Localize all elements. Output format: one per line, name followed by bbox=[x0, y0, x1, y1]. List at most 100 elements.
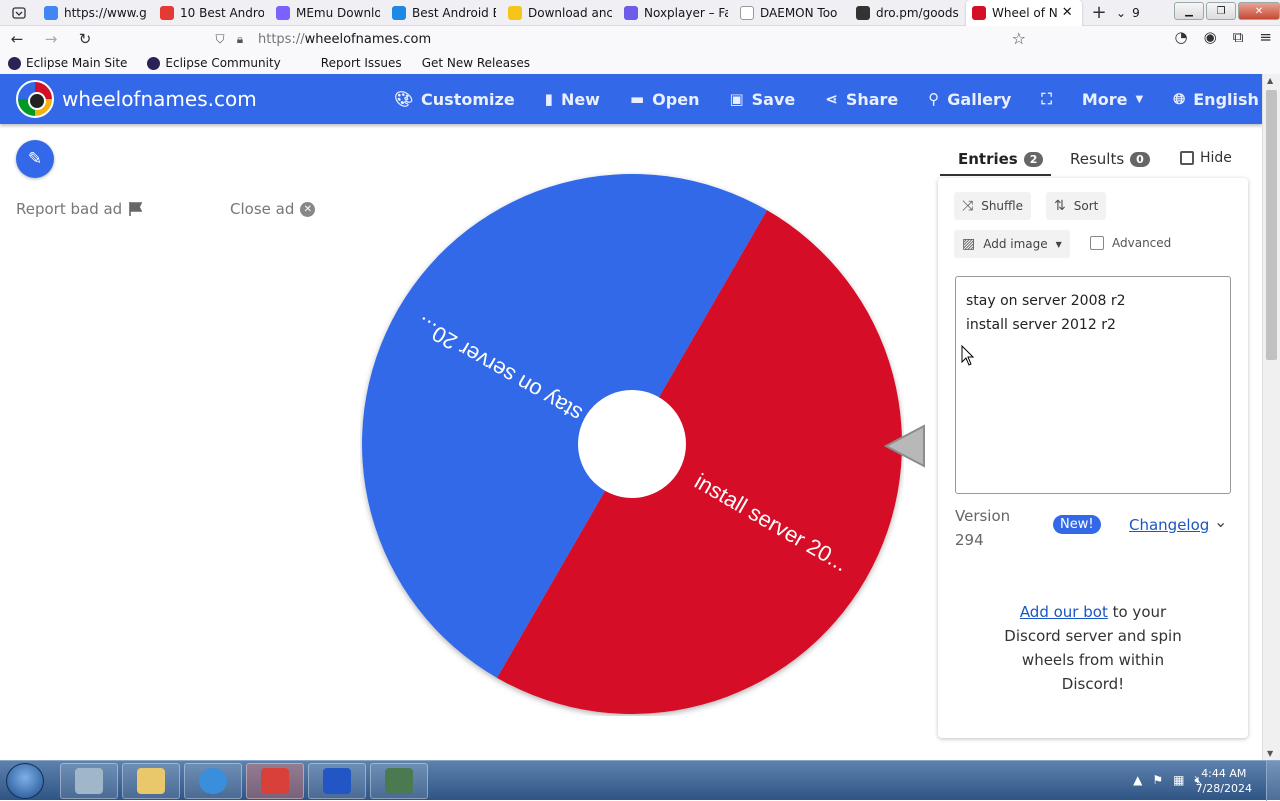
sort-button[interactable]: ⇅ Sort bbox=[1046, 192, 1107, 220]
back-button[interactable]: ← bbox=[0, 30, 34, 48]
wheel-center[interactable] bbox=[578, 390, 686, 498]
panel-tabs: Entries 2 Results 0 Hide bbox=[940, 142, 1250, 176]
shield-icon[interactable]: ⛉ bbox=[210, 32, 230, 47]
checkbox-icon bbox=[1180, 151, 1194, 165]
entries-panel: ⤨ Shuffle ⇅ Sort ▨ Add image ▼ Advanced stay… bbox=[938, 178, 1248, 738]
share-button[interactable]: ⋖ Share bbox=[825, 90, 898, 109]
bookmark-item[interactable]: Report Issues bbox=[321, 56, 402, 70]
taskbar-app-server-manager[interactable] bbox=[60, 763, 118, 799]
taskbar-clock[interactable]: 4:44 AM 7/28/2024 bbox=[1196, 766, 1252, 796]
bookmarks-bar: Eclipse Main Site Eclipse Community Repo… bbox=[0, 52, 1280, 74]
browser-tab[interactable]: Best Android E bbox=[386, 0, 502, 26]
arrow-right-icon: → bbox=[44, 30, 58, 48]
open-button[interactable]: ▬ Open bbox=[630, 90, 699, 109]
pencil-icon: ✎ bbox=[27, 149, 43, 169]
advanced-checkbox[interactable]: Advanced bbox=[1090, 236, 1171, 250]
bookmark-star-icon[interactable]: ☆ bbox=[1012, 29, 1026, 48]
browser-tab[interactable]: dro.pm/goods bbox=[850, 0, 966, 26]
tab-results[interactable]: Results 0 bbox=[1070, 150, 1150, 168]
scroll-down-icon[interactable]: ▼ bbox=[1267, 749, 1273, 758]
chevron-down-icon[interactable]: ⌄ bbox=[1214, 512, 1227, 531]
bookmark-item[interactable]: Eclipse Community bbox=[147, 56, 281, 70]
more-button[interactable]: More ▼ bbox=[1082, 90, 1143, 109]
menu-icon[interactable]: ≡ bbox=[1259, 28, 1272, 46]
taskbar-app-internet-explorer[interactable] bbox=[184, 763, 242, 799]
browser-tab-active[interactable]: Wheel of N ✕ bbox=[966, 0, 1082, 26]
browser-tab[interactable]: DAEMON Too bbox=[734, 0, 850, 26]
window-controls: ▁ ❐ ✕ bbox=[1174, 2, 1280, 20]
close-icon: ✕ bbox=[300, 201, 316, 217]
add-bot-link[interactable]: Add our bot bbox=[1020, 603, 1108, 621]
save-button[interactable]: ▣ Save bbox=[729, 90, 795, 109]
menu-label: Gallery bbox=[947, 89, 1012, 109]
scrollbar-thumb[interactable] bbox=[1266, 90, 1277, 360]
close-window-button[interactable]: ✕ bbox=[1238, 2, 1280, 20]
minimize-button[interactable]: ▁ bbox=[1174, 2, 1204, 20]
extensions-icon[interactable]: ⧉ bbox=[1233, 28, 1244, 46]
add-image-button[interactable]: ▨ Add image ▼ bbox=[954, 230, 1070, 258]
tab-list-button[interactable] bbox=[0, 0, 38, 26]
bookmark-item[interactable]: Get New Releases bbox=[422, 56, 530, 70]
palette-icon: 🎨︎ bbox=[394, 90, 414, 108]
bookmark-item[interactable]: Eclipse Main Site bbox=[8, 56, 127, 70]
start-button[interactable] bbox=[6, 763, 44, 799]
tab-entries[interactable]: Entries 2 bbox=[958, 150, 1044, 168]
new-button[interactable]: ▮ New bbox=[545, 90, 600, 109]
browser-tab[interactable]: Noxplayer – Fa bbox=[618, 0, 734, 26]
browser-tab[interactable]: https://www.g bbox=[38, 0, 154, 26]
page-scrollbar[interactable]: ▲ ▼ bbox=[1262, 74, 1280, 760]
taskbar-app-command-prompt[interactable] bbox=[370, 763, 428, 799]
taskbar-app-file-explorer[interactable] bbox=[122, 763, 180, 799]
customize-button[interactable]: 🎨︎ Customize bbox=[394, 90, 515, 109]
wheel[interactable]: install server 20... stay on server 20..… bbox=[360, 172, 904, 716]
search-icon: ⚲ bbox=[928, 90, 940, 108]
browser-tab[interactable]: Download anc bbox=[502, 0, 618, 26]
dashboard-icon[interactable]: ◔ bbox=[1175, 28, 1188, 46]
fullscreen-button[interactable]: ⛶ bbox=[1041, 90, 1052, 108]
show-desktop-button[interactable] bbox=[1266, 761, 1280, 801]
menu-label: Save bbox=[751, 89, 796, 109]
version-info: Version 294 bbox=[955, 504, 1015, 552]
bookmark-label: Report Issues bbox=[320, 56, 402, 70]
new-tab-button[interactable]: + bbox=[1082, 2, 1116, 23]
tray-expand-icon[interactable]: ▲ bbox=[1133, 773, 1142, 788]
new-badge: New! bbox=[1053, 515, 1101, 534]
gallery-button[interactable]: ⚲ Gallery bbox=[928, 90, 1011, 109]
entry-line: install server 2012 r2 bbox=[966, 317, 1116, 333]
wheel-logo-icon[interactable] bbox=[16, 80, 54, 118]
close-ad-link[interactable]: Close ad ✕ bbox=[230, 200, 316, 218]
image-icon: ▨ bbox=[962, 236, 976, 252]
system-tray: ▲ ⚑ ▦ 🔇︎ bbox=[1133, 773, 1202, 788]
scroll-up-icon[interactable]: ▲ bbox=[1267, 76, 1273, 85]
account-icon[interactable]: ◉ bbox=[1204, 28, 1217, 46]
network-icon[interactable]: ▦ bbox=[1173, 773, 1184, 788]
results-count-badge: 0 bbox=[1130, 151, 1150, 167]
browser-tab[interactable]: 10 Best Andro bbox=[154, 0, 270, 26]
maximize-button[interactable]: ❐ bbox=[1206, 2, 1236, 20]
report-ad-link[interactable]: Report bad ad bbox=[16, 200, 144, 218]
tab-favicon bbox=[972, 5, 986, 20]
eclipse-icon bbox=[147, 56, 161, 70]
reload-button[interactable]: ↻ bbox=[68, 30, 102, 48]
tab-favicon bbox=[44, 5, 58, 20]
forward-button[interactable]: → bbox=[34, 30, 68, 48]
lock-icon[interactable]: 🔒︎ bbox=[230, 32, 250, 47]
flag-icon[interactable]: ⚑ bbox=[1152, 773, 1163, 788]
chevron-down-icon: ⌄ bbox=[1116, 5, 1127, 20]
changelog-link[interactable]: Changelog bbox=[1129, 516, 1209, 534]
report-ad-label: Report bad ad bbox=[16, 200, 123, 218]
language-button[interactable]: 🌐︎ English bbox=[1173, 90, 1259, 109]
entries-textarea[interactable]: stay on server 2008 r2 install server 20… bbox=[955, 276, 1231, 494]
address-bar[interactable]: ⛉ 🔒︎ https://wheelofnames.com ☆ bbox=[210, 26, 1040, 52]
tab-overflow-button[interactable]: ⌄ 9 bbox=[1116, 6, 1156, 20]
taskbar-app-malwarebytes[interactable] bbox=[308, 763, 366, 799]
shuffle-button[interactable]: ⤨ Shuffle bbox=[954, 192, 1032, 220]
edit-button[interactable]: ✎ bbox=[16, 140, 54, 178]
active-tab-indicator bbox=[940, 174, 1051, 176]
browser-tab[interactable]: MEmu Downlo bbox=[270, 0, 386, 26]
site-name[interactable]: wheelofnames.com bbox=[62, 87, 257, 111]
taskbar-app-toolbox[interactable] bbox=[246, 763, 304, 799]
hide-checkbox[interactable]: Hide bbox=[1180, 150, 1232, 166]
close-tab-icon[interactable]: ✕ bbox=[1062, 5, 1073, 20]
toolbox-icon bbox=[261, 768, 289, 794]
